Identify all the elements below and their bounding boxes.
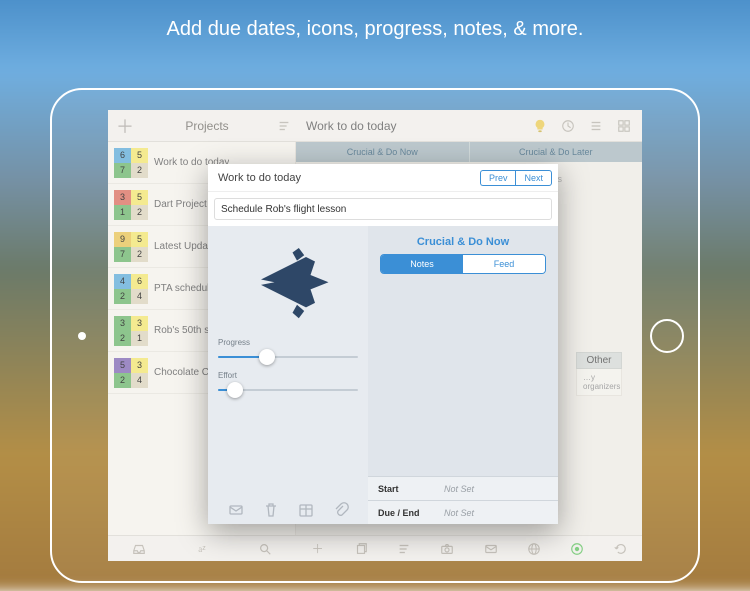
marketing-tagline: Add due dates, icons, progress, notes, &… — [0, 18, 750, 41]
effort-slider[interactable] — [218, 380, 358, 400]
start-value: Not Set — [444, 484, 474, 494]
modal-title: Work to do today — [214, 172, 480, 184]
effort-label: Effort — [218, 371, 358, 380]
detail-tabs: Notes Feed — [380, 254, 546, 274]
task-icon[interactable] — [243, 239, 333, 329]
camera — [78, 332, 86, 340]
trash-icon[interactable] — [263, 502, 279, 518]
ipad-frame: ＋ Projects Work to do today — [50, 88, 700, 583]
home-button[interactable] — [650, 319, 684, 353]
quadrant-title: Crucial & Do Now — [368, 226, 558, 254]
task-detail-right: Crucial & Do Now Notes Feed Start Not Se… — [368, 226, 558, 524]
task-name-field[interactable]: Schedule Rob's flight lesson — [214, 198, 552, 220]
start-label: Start — [378, 484, 444, 494]
attach-icon[interactable] — [333, 502, 349, 518]
start-date-row[interactable]: Start Not Set — [368, 476, 558, 500]
next-button[interactable]: Next — [515, 170, 552, 186]
tab-notes[interactable]: Notes — [381, 255, 463, 273]
app-screen: ＋ Projects Work to do today — [108, 110, 642, 561]
due-value: Not Set — [444, 508, 474, 518]
share-mail-icon[interactable] — [228, 502, 244, 518]
task-editor-modal: Work to do today Prev Next Schedule Rob'… — [208, 164, 558, 524]
notes-area[interactable] — [368, 282, 558, 476]
calendar-icon[interactable] — [298, 502, 314, 518]
prev-button[interactable]: Prev — [480, 170, 516, 186]
due-label: Due / End — [378, 508, 444, 518]
task-detail-left: Progress Effort — [208, 226, 368, 524]
progress-label: Progress — [218, 338, 358, 347]
due-date-row[interactable]: Due / End Not Set — [368, 500, 558, 524]
tab-feed[interactable]: Feed — [463, 255, 545, 273]
progress-slider[interactable] — [218, 347, 358, 367]
